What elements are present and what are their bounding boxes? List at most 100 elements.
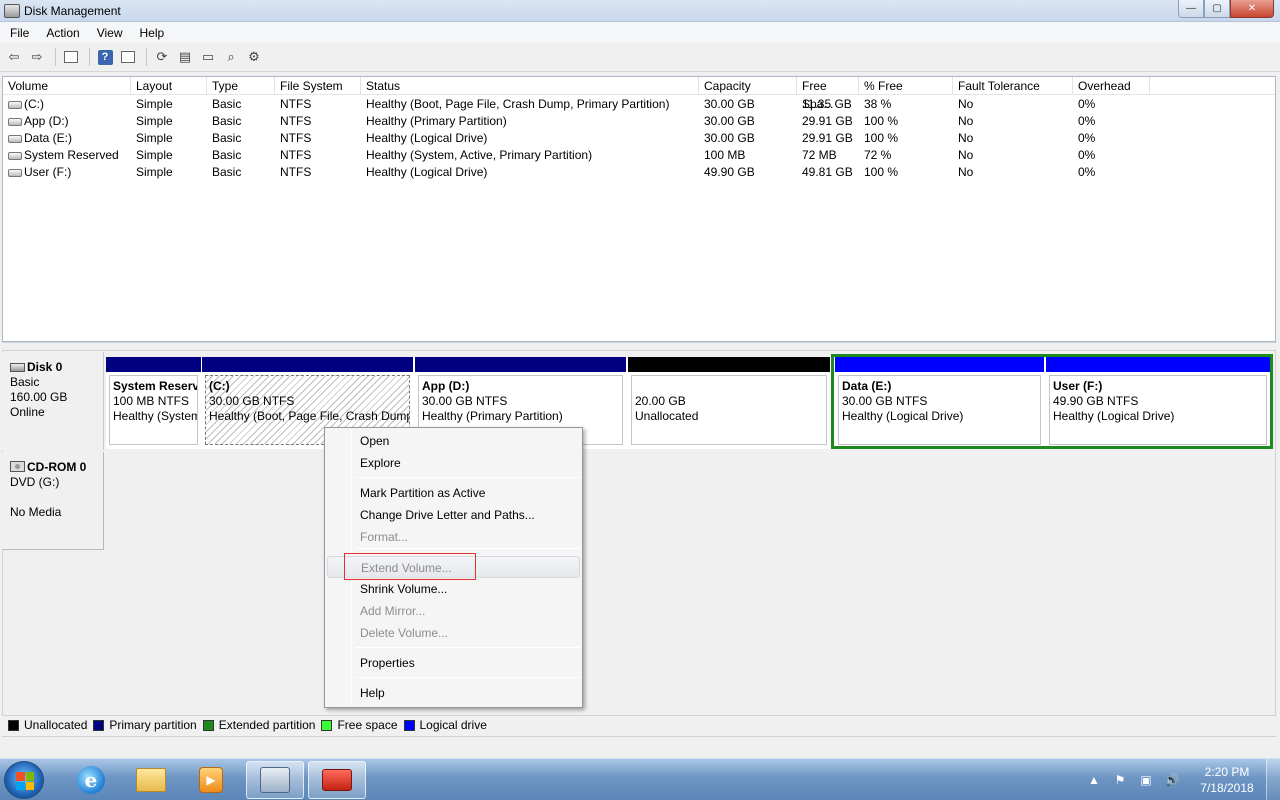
column-percent-free[interactable]: % Free <box>859 77 953 95</box>
column-fault-tolerance[interactable]: Fault Tolerance <box>953 77 1073 95</box>
cell-text: NTFS <box>280 114 312 128</box>
menu-file[interactable]: File <box>0 26 36 40</box>
menu-item-explore[interactable]: Explore <box>327 452 580 474</box>
system-tray: ▲ ⚑ ▣ 🔊 2:20 PM 7/18/2018 <box>1084 759 1280 800</box>
cell-layout: Simple <box>131 164 207 181</box>
close-button[interactable]: ✕ <box>1230 0 1274 18</box>
cell-status: Healthy (Boot, Page File, Crash Dump, Pr… <box>361 96 699 113</box>
column-status[interactable]: Status <box>361 77 699 95</box>
cell-file-system: NTFS <box>275 96 361 113</box>
show-hide-console-tree-icon[interactable] <box>61 47 81 67</box>
disk-management-icon <box>260 767 290 793</box>
cell-volume: App (D:) <box>3 113 131 130</box>
cell-text: NTFS <box>280 131 312 145</box>
refresh-icon[interactable]: ⟳ <box>152 47 172 67</box>
disk-0-info[interactable]: Disk 0 Basic 160.00 GB Online <box>2 352 104 450</box>
cell-text: No <box>958 148 974 162</box>
network-icon[interactable]: ▣ <box>1136 771 1156 789</box>
cell-text: App (D:) <box>24 114 69 128</box>
cell-text: Basic <box>212 97 242 111</box>
disk-management-app-icon <box>4 3 20 18</box>
table-row[interactable]: (C:) Simple Basic NTFS Healthy (Boot, Page F… <box>3 96 1275 113</box>
column-free-space[interactable]: Free Spa... <box>797 77 859 111</box>
cell-text: 11.35 GB <box>802 97 852 111</box>
properties-icon[interactable] <box>118 47 138 67</box>
cell-percent-free: 100 % <box>859 164 953 181</box>
menu-item-shrink-volume[interactable]: Shrink Volume... <box>327 578 580 600</box>
partition-block[interactable]: System Reserved100 MB NTFSHealthy (Syste… <box>106 357 201 449</box>
partition-type-bar <box>628 357 830 372</box>
cell-text: No <box>958 165 974 179</box>
action-center-icon[interactable]: ⚑ <box>1110 771 1130 789</box>
menu-item-help[interactable]: Help <box>327 682 580 704</box>
volume-icon[interactable]: 🔊 <box>1162 771 1182 789</box>
table-row[interactable]: User (F:) Simple Basic NTFS Healthy (Logical… <box>3 164 1275 181</box>
cell-capacity: 30.00 GB <box>699 130 797 147</box>
legend-item: Logical drive <box>403 718 487 732</box>
partition-status: Healthy (Boot, Page File, Crash Dump, Pr… <box>209 409 409 423</box>
column-capacity[interactable]: Capacity <box>699 77 797 95</box>
table-row[interactable]: App (D:) Simple Basic NTFS Healthy (Primary … <box>3 113 1275 130</box>
taskbar-media-player[interactable]: ▶ <box>182 761 240 799</box>
column-layout[interactable]: Layout <box>131 77 207 95</box>
show-desktop-button[interactable] <box>1266 759 1280 800</box>
partition-name: (C:) <box>209 379 230 393</box>
taskbar-windows-explorer[interactable] <box>122 761 180 799</box>
column-type[interactable]: Type <box>207 77 275 95</box>
status-bar <box>2 736 1276 756</box>
menu-action[interactable]: Action <box>36 26 86 40</box>
taskbar-internet-explorer[interactable]: e <box>62 761 120 799</box>
help-icon[interactable]: ? <box>95 47 115 67</box>
menu-view[interactable]: View <box>87 26 130 40</box>
menu-item-mark-partition-active[interactable]: Mark Partition as Active <box>327 482 580 504</box>
column-file-system[interactable]: File System <box>275 77 361 95</box>
table-row[interactable]: Data (E:) Simple Basic NTFS Healthy (Logical… <box>3 130 1275 147</box>
legend-item: Free space <box>321 718 398 732</box>
cell-text: Basic <box>212 114 242 128</box>
cell-fault-tolerance: No <box>953 96 1073 113</box>
menu-item-properties[interactable]: Properties <box>327 652 580 674</box>
cell-file-system: NTFS <box>275 164 361 181</box>
menu-item-open[interactable]: Open <box>327 430 580 452</box>
open-icon[interactable]: ▭ <box>198 47 218 67</box>
forward-arrow-icon[interactable]: ⇨ <box>27 47 47 67</box>
cell-text: Healthy (Logical Drive) <box>366 165 488 179</box>
back-arrow-icon[interactable]: ⇦ <box>4 47 24 67</box>
cell-text: 0% <box>1078 165 1096 179</box>
cell-percent-free: 100 % <box>859 130 953 147</box>
cell-free-space: 29.91 GB <box>797 113 859 130</box>
minimize-button[interactable]: — <box>1178 0 1204 18</box>
rescan-disks-icon[interactable]: ▤ <box>175 47 195 67</box>
settings-icon[interactable]: ⚙ <box>244 47 264 67</box>
cell-type: Basic <box>207 130 275 147</box>
cell-layout: Simple <box>131 113 207 130</box>
partition-size: 30.00 GB NTFS <box>422 394 508 408</box>
cell-overhead: 0% <box>1073 130 1150 147</box>
legend-item: Unallocated <box>8 718 87 732</box>
cell-text: 0% <box>1078 131 1096 145</box>
cell-text: NTFS <box>280 148 312 162</box>
partition-body: 20.00 GB Unallocated <box>631 375 827 445</box>
legend-label: Free space <box>337 718 398 732</box>
start-button[interactable] <box>4 761 44 799</box>
taskbar-toolbox[interactable] <box>308 761 366 799</box>
cell-percent-free: 100 % <box>859 113 953 130</box>
explore-icon[interactable]: ⌕ <box>221 47 241 67</box>
partition-block[interactable]: 20.00 GB Unallocated <box>628 357 830 449</box>
legend-item: Extended partition <box>202 718 315 732</box>
menu-help[interactable]: Help <box>130 26 172 40</box>
table-row[interactable]: System Reserved Simple Basic NTFS Healthy (S… <box>3 147 1275 164</box>
show-hidden-icons-icon[interactable]: ▲ <box>1084 771 1104 789</box>
taskbar-disk-management[interactable] <box>246 761 304 799</box>
legend-label: Unallocated <box>24 718 88 732</box>
menu-item-change-drive-letter[interactable]: Change Drive Letter and Paths... <box>327 504 580 526</box>
column-overhead[interactable]: Overhead <box>1073 77 1150 95</box>
restore-button[interactable]: ▢ <box>1204 0 1230 18</box>
cdrom-0-info[interactable]: CD-ROM 0 DVD (G:) No Media <box>2 452 104 550</box>
clock[interactable]: 2:20 PM 7/18/2018 <box>1188 764 1266 796</box>
volume-list[interactable]: Volume Layout Type File System Status Ca… <box>2 76 1276 342</box>
cell-overhead: 0% <box>1073 113 1150 130</box>
cell-text: 100 MB <box>704 148 746 162</box>
column-volume[interactable]: Volume <box>3 77 131 95</box>
pane-splitter[interactable] <box>2 342 1276 350</box>
